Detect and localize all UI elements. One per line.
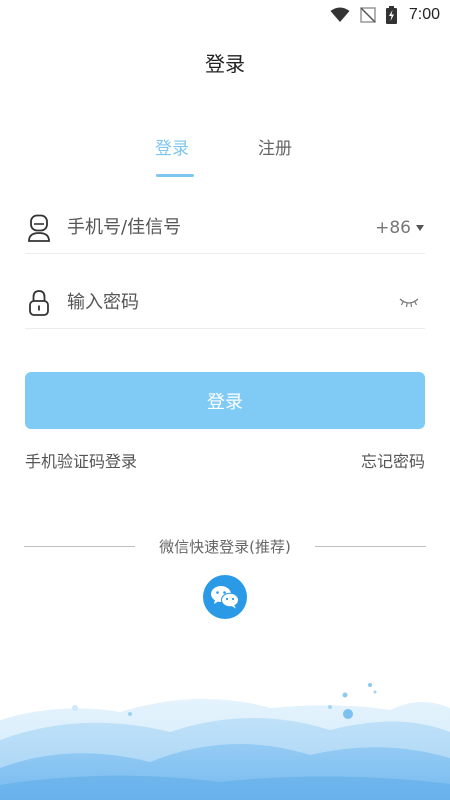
- status-bar: 7:00: [0, 0, 450, 30]
- password-field: [25, 277, 425, 329]
- status-time: 7:00: [408, 6, 440, 23]
- divider-line-left: [24, 546, 136, 547]
- battery-charging-icon: [385, 6, 397, 24]
- caret-down-icon: [416, 224, 424, 231]
- forgot-password-link[interactable]: 忘记密码: [361, 448, 425, 472]
- tab-login[interactable]: 登录: [155, 134, 189, 159]
- eye-closed-icon[interactable]: [397, 293, 421, 313]
- page-title: 登录: [205, 52, 245, 76]
- country-code-value: +86: [375, 217, 411, 238]
- third-party-divider: 微信快速登录(推荐): [24, 536, 426, 557]
- sms-login-link[interactable]: 手机验证码登录: [25, 448, 137, 472]
- wave-decoration: [0, 683, 450, 800]
- wechat-login-button[interactable]: [203, 575, 247, 619]
- country-code-select[interactable]: +86: [375, 218, 425, 238]
- lock-icon: [25, 289, 53, 317]
- active-tab-indicator: [156, 174, 194, 177]
- wifi-icon: [330, 7, 350, 23]
- divider-line-right: [314, 546, 426, 547]
- password-input[interactable]: [67, 292, 397, 313]
- no-signal-icon: [360, 7, 376, 23]
- login-button[interactable]: 登录: [25, 372, 425, 429]
- auth-links: 手机验证码登录 忘记密码: [25, 448, 425, 472]
- tab-register[interactable]: 注册: [258, 134, 292, 159]
- phone-field: +86: [25, 202, 425, 254]
- phone-input[interactable]: [67, 217, 376, 238]
- user-icon: [25, 214, 53, 242]
- wechat-login-label: 微信快速登录(推荐): [159, 538, 291, 556]
- wechat-icon: [211, 586, 239, 609]
- auth-tabs: 登录 注册: [0, 134, 450, 180]
